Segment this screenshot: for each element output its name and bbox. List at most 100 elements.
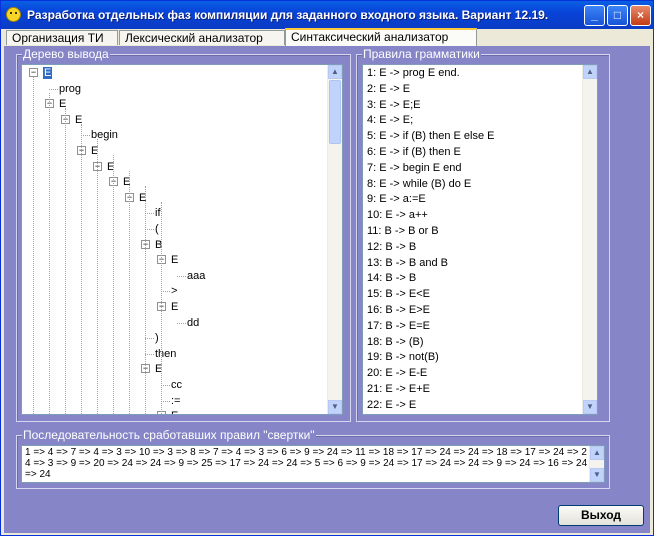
tree-node[interactable]: then (155, 346, 176, 362)
tree-node-label: E (171, 410, 178, 414)
grammar-rule[interactable]: 3: E -> E;E (367, 97, 421, 113)
grammar-rule[interactable]: 5: E -> if (B) then E else E (367, 128, 494, 144)
grammar-rule[interactable]: 7: E -> begin E end (367, 160, 461, 176)
tree-guide-line (97, 139, 98, 414)
tree-scrollbar[interactable]: ▲ ▼ (327, 65, 342, 414)
tree-connector (161, 291, 170, 293)
grammar-rule[interactable]: 4: E -> E; (367, 112, 413, 128)
tree-node[interactable]: > (171, 283, 177, 299)
tree-node-label: dd (187, 316, 200, 329)
tree-node[interactable]: ( (155, 221, 159, 237)
tree-connector (145, 338, 154, 340)
tree-node[interactable]: begin (91, 127, 118, 143)
tree-connector (145, 353, 154, 355)
minimize-button[interactable]: _ (584, 5, 605, 26)
tab-syntax-analyzer[interactable]: Синтаксический анализатор (285, 28, 477, 46)
grammar-rule[interactable]: 8: E -> while (B) do E (367, 176, 471, 192)
grammar-rule[interactable]: 14: B -> B (367, 270, 416, 286)
sequence-group-caption: Последовательность сработавших правил "с… (22, 428, 316, 442)
tree-node-label: E (171, 301, 179, 313)
tree-node[interactable]: prog (59, 81, 81, 97)
tree-node-label: ) (155, 332, 159, 345)
grammar-rule[interactable]: 2: E -> E (367, 81, 410, 97)
tree-connector (177, 275, 186, 277)
tree-node[interactable]: aaa (187, 268, 205, 284)
tree-node-label: then (155, 347, 177, 360)
scroll-down-icon[interactable]: ▼ (583, 400, 597, 414)
grammar-rule[interactable]: 9: E -> a:=E (367, 191, 426, 207)
scroll-up-icon[interactable]: ▲ (590, 446, 604, 460)
scroll-down-icon[interactable]: ▼ (328, 400, 342, 414)
tree-guide-line (49, 92, 50, 414)
tab-organization[interactable]: Организация ТИ (6, 30, 118, 45)
scroll-thumb[interactable] (329, 80, 341, 144)
grammar-rule[interactable]: 22: E -> E (367, 397, 416, 413)
tree-guide-line (161, 201, 162, 414)
scroll-up-icon[interactable]: ▲ (328, 65, 342, 79)
grammar-rule[interactable]: 17: B -> E=E (367, 318, 430, 334)
tree-node-label: prog (59, 82, 82, 95)
grammar-rule[interactable]: 15: B -> E<E (367, 286, 430, 302)
tree-connector (161, 400, 170, 402)
grammar-rule[interactable]: 23: E -> (E) (367, 413, 424, 414)
tree-node[interactable]: := (171, 393, 180, 409)
scroll-down-icon[interactable]: ▼ (590, 468, 604, 482)
grammar-rule[interactable]: 18: B -> (B) (367, 334, 424, 350)
tree-node[interactable]: E (171, 252, 178, 268)
tree-node-label: ( (155, 223, 159, 235)
tree-connector (81, 135, 90, 137)
tree-node[interactable]: E (171, 408, 178, 414)
grammar-rule[interactable]: 1: E -> prog E end. (367, 65, 460, 81)
tree-guide-line (129, 170, 130, 414)
main-window: Разработка отдельных фаз компиляции для … (0, 0, 654, 536)
grammar-rule[interactable]: 13: B -> B and B (367, 255, 448, 271)
title-bar[interactable]: Разработка отдельных фаз компиляции для … (1, 1, 653, 29)
rules-scrollbar[interactable]: ▲ ▼ (582, 65, 597, 414)
sequence-scrollbar[interactable]: ▲ ▼ (589, 446, 604, 482)
tree-group-caption: Дерево вывода (22, 47, 110, 61)
tree-guide-line (65, 108, 66, 414)
grammar-rule[interactable]: 11: B -> B or B (367, 223, 439, 239)
tab-lexical-analyzer[interactable]: Лексический анализатор (119, 30, 285, 45)
tree-connector (177, 322, 186, 324)
tab-strip: Организация ТИ Лексический анализатор Си… (4, 28, 650, 46)
grammar-rule[interactable]: 12: B -> B (367, 239, 416, 255)
tree-node-label: cc (171, 379, 182, 391)
maximize-button[interactable]: □ (607, 5, 628, 26)
rules-group: Правила грамматики 1: E -> prog E end. 2:… (356, 47, 610, 422)
derivation-tree[interactable]: − Eprog − E − Ebegin − E − E − E − Eif(− B − Eaaa > − Edd) t… (21, 64, 343, 415)
tree-guide-line (113, 155, 114, 414)
grammar-rule[interactable]: 10: E -> a++ (367, 207, 428, 223)
exit-button[interactable]: Выход (558, 505, 644, 526)
tree-node[interactable]: ) (155, 330, 159, 346)
tree-node[interactable]: E (171, 299, 178, 315)
tree-node-label: := (171, 394, 181, 407)
grammar-rule[interactable]: 16: B -> E>E (367, 302, 430, 318)
close-button[interactable]: × (630, 5, 651, 26)
tree-group: Дерево вывода − Eprog − E − Ebegin − E − E − E − Eif(… (16, 47, 351, 422)
scroll-up-icon[interactable]: ▲ (583, 65, 597, 79)
tree-connector (145, 213, 154, 215)
tree-node[interactable]: E (43, 65, 53, 81)
tree-node-label: begin (91, 129, 118, 142)
rules-group-caption: Правила грамматики (362, 47, 481, 61)
grammar-rule[interactable]: 19: B -> not(B) (367, 349, 439, 365)
grammar-rule[interactable]: 6: E -> if (B) then E (367, 144, 461, 160)
sequence-memo[interactable]: 1 => 4 => 7 => 4 => 3 => 10 => 3 => 8 =>… (21, 445, 605, 483)
tree-node-label: E (171, 254, 179, 267)
tree-node-label: aaa (187, 269, 206, 282)
client-area: Организация ТИ Лексический анализатор Си… (4, 28, 650, 533)
grammar-rule[interactable]: 21: E -> E+E (367, 381, 430, 397)
tree-connector (161, 385, 170, 386)
tree-connector (145, 229, 154, 230)
tree-node-label: if (155, 207, 161, 220)
tree-node[interactable]: cc (171, 377, 182, 393)
tree-node[interactable]: if (155, 205, 161, 221)
tree-collapse-icon[interactable]: − (29, 68, 38, 77)
tree-guide-line (33, 77, 34, 414)
rules-list[interactable]: 1: E -> prog E end. 2: E -> E 3: E -> E;E 4… (362, 64, 598, 415)
tree-node-label: E (43, 67, 53, 79)
grammar-rule[interactable]: 20: E -> E-E (367, 365, 427, 381)
tree-node[interactable]: dd (187, 315, 199, 331)
tree-connector (49, 88, 58, 90)
